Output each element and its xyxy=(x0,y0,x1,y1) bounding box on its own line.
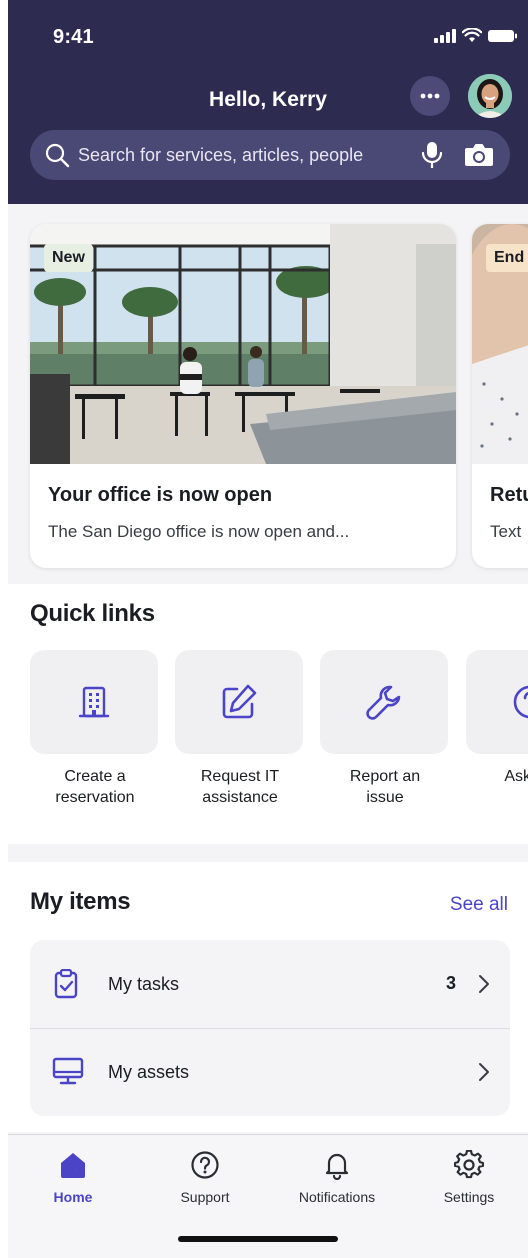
chevron-right-icon xyxy=(479,975,489,993)
camera-icon[interactable] xyxy=(464,142,494,168)
quick-links-section: Quick links Create a reservation Request… xyxy=(8,584,528,844)
app-header: 9:41 Hello, Kerry Search for services, a… xyxy=(8,0,528,204)
more-button[interactable] xyxy=(410,76,450,116)
section-title: Quick links xyxy=(30,600,155,627)
quick-link-request-it[interactable]: Request IT assistance xyxy=(175,650,305,808)
office-photo xyxy=(30,224,456,464)
featured-carousel[interactable]: New Your office is now open The San Dieg… xyxy=(8,204,528,584)
help-circle-icon xyxy=(191,1151,219,1179)
task-count: 3 xyxy=(445,973,456,993)
card-description: The San Diego office is now open and... xyxy=(48,522,350,541)
quick-link-ask-question[interactable]: Ask a q xyxy=(466,650,528,787)
end-badge: End xyxy=(486,244,528,272)
monitor-icon xyxy=(52,1057,84,1085)
status-icons xyxy=(434,28,518,43)
quick-link-label: Ask a q xyxy=(504,768,528,785)
new-badge: New xyxy=(44,244,93,272)
home-indicator xyxy=(178,1236,338,1242)
question-icon xyxy=(513,685,528,719)
edit-icon xyxy=(222,684,257,719)
status-time: 9:41 xyxy=(53,26,94,48)
see-all-link[interactable]: See all xyxy=(450,894,508,916)
battery-icon xyxy=(488,29,517,42)
tab-support[interactable]: Support xyxy=(150,1149,260,1205)
tab-notifications[interactable]: Notifications xyxy=(282,1149,392,1205)
app-screen: 9:41 Hello, Kerry Search for services, a… xyxy=(8,0,528,1258)
card-title: Retu xyxy=(490,484,528,506)
quick-link-label: Create a reservation xyxy=(55,768,135,806)
wrench-icon xyxy=(366,685,401,720)
quick-link-tile xyxy=(30,650,158,754)
microphone-icon[interactable] xyxy=(420,141,444,169)
my-assets-row[interactable]: My assets xyxy=(30,1028,510,1116)
wifi-icon xyxy=(462,28,482,42)
featured-card[interactable]: New Your office is now open The San Dieg… xyxy=(30,224,456,568)
quick-link-tile xyxy=(175,650,303,754)
quick-link-label: Request IT assistance xyxy=(200,768,280,806)
search-input[interactable]: Search for services, articles, people xyxy=(78,145,363,166)
tab-label: Support xyxy=(180,1189,230,1205)
quick-link-tile xyxy=(320,650,448,754)
tab-settings[interactable]: Settings xyxy=(414,1149,524,1205)
quick-link-label: Report an issue xyxy=(349,768,421,806)
user-photo-icon xyxy=(468,74,512,118)
building-icon xyxy=(78,686,110,718)
search-icon xyxy=(45,143,70,168)
chevron-right-icon xyxy=(479,1063,489,1081)
avatar[interactable] xyxy=(468,74,512,118)
tab-label: Notifications xyxy=(298,1189,376,1205)
card-title: Your office is now open xyxy=(48,484,273,506)
my-tasks-row[interactable]: My tasks 3 xyxy=(30,940,510,1029)
gear-icon xyxy=(454,1150,484,1179)
item-label: My tasks xyxy=(108,974,180,994)
ellipsis-icon xyxy=(420,93,440,99)
quick-link-report-issue[interactable]: Report an issue xyxy=(320,650,450,808)
my-items-section: My items See all My tasks 3 My assets xyxy=(8,862,528,1132)
tab-label: Home xyxy=(53,1189,93,1205)
search-bar[interactable]: Search for services, articles, people xyxy=(30,130,510,180)
tab-label: Settings xyxy=(443,1189,495,1205)
home-icon xyxy=(61,1153,85,1178)
greeting-title: Hello, Kerry xyxy=(209,88,327,111)
item-label: My assets xyxy=(108,1062,190,1082)
bell-icon xyxy=(325,1153,349,1180)
featured-card[interactable]: End Retu Text xyxy=(472,224,528,568)
section-title: My items xyxy=(30,888,131,915)
quick-link-tile xyxy=(466,650,528,754)
card-description: Text xyxy=(490,522,522,541)
signal-icon xyxy=(434,28,456,43)
clipboard-check-icon xyxy=(54,969,78,999)
tab-home[interactable]: Home xyxy=(18,1149,128,1205)
my-items-list: My tasks 3 My assets xyxy=(30,940,510,1116)
quick-link-create-reservation[interactable]: Create a reservation xyxy=(30,650,160,808)
